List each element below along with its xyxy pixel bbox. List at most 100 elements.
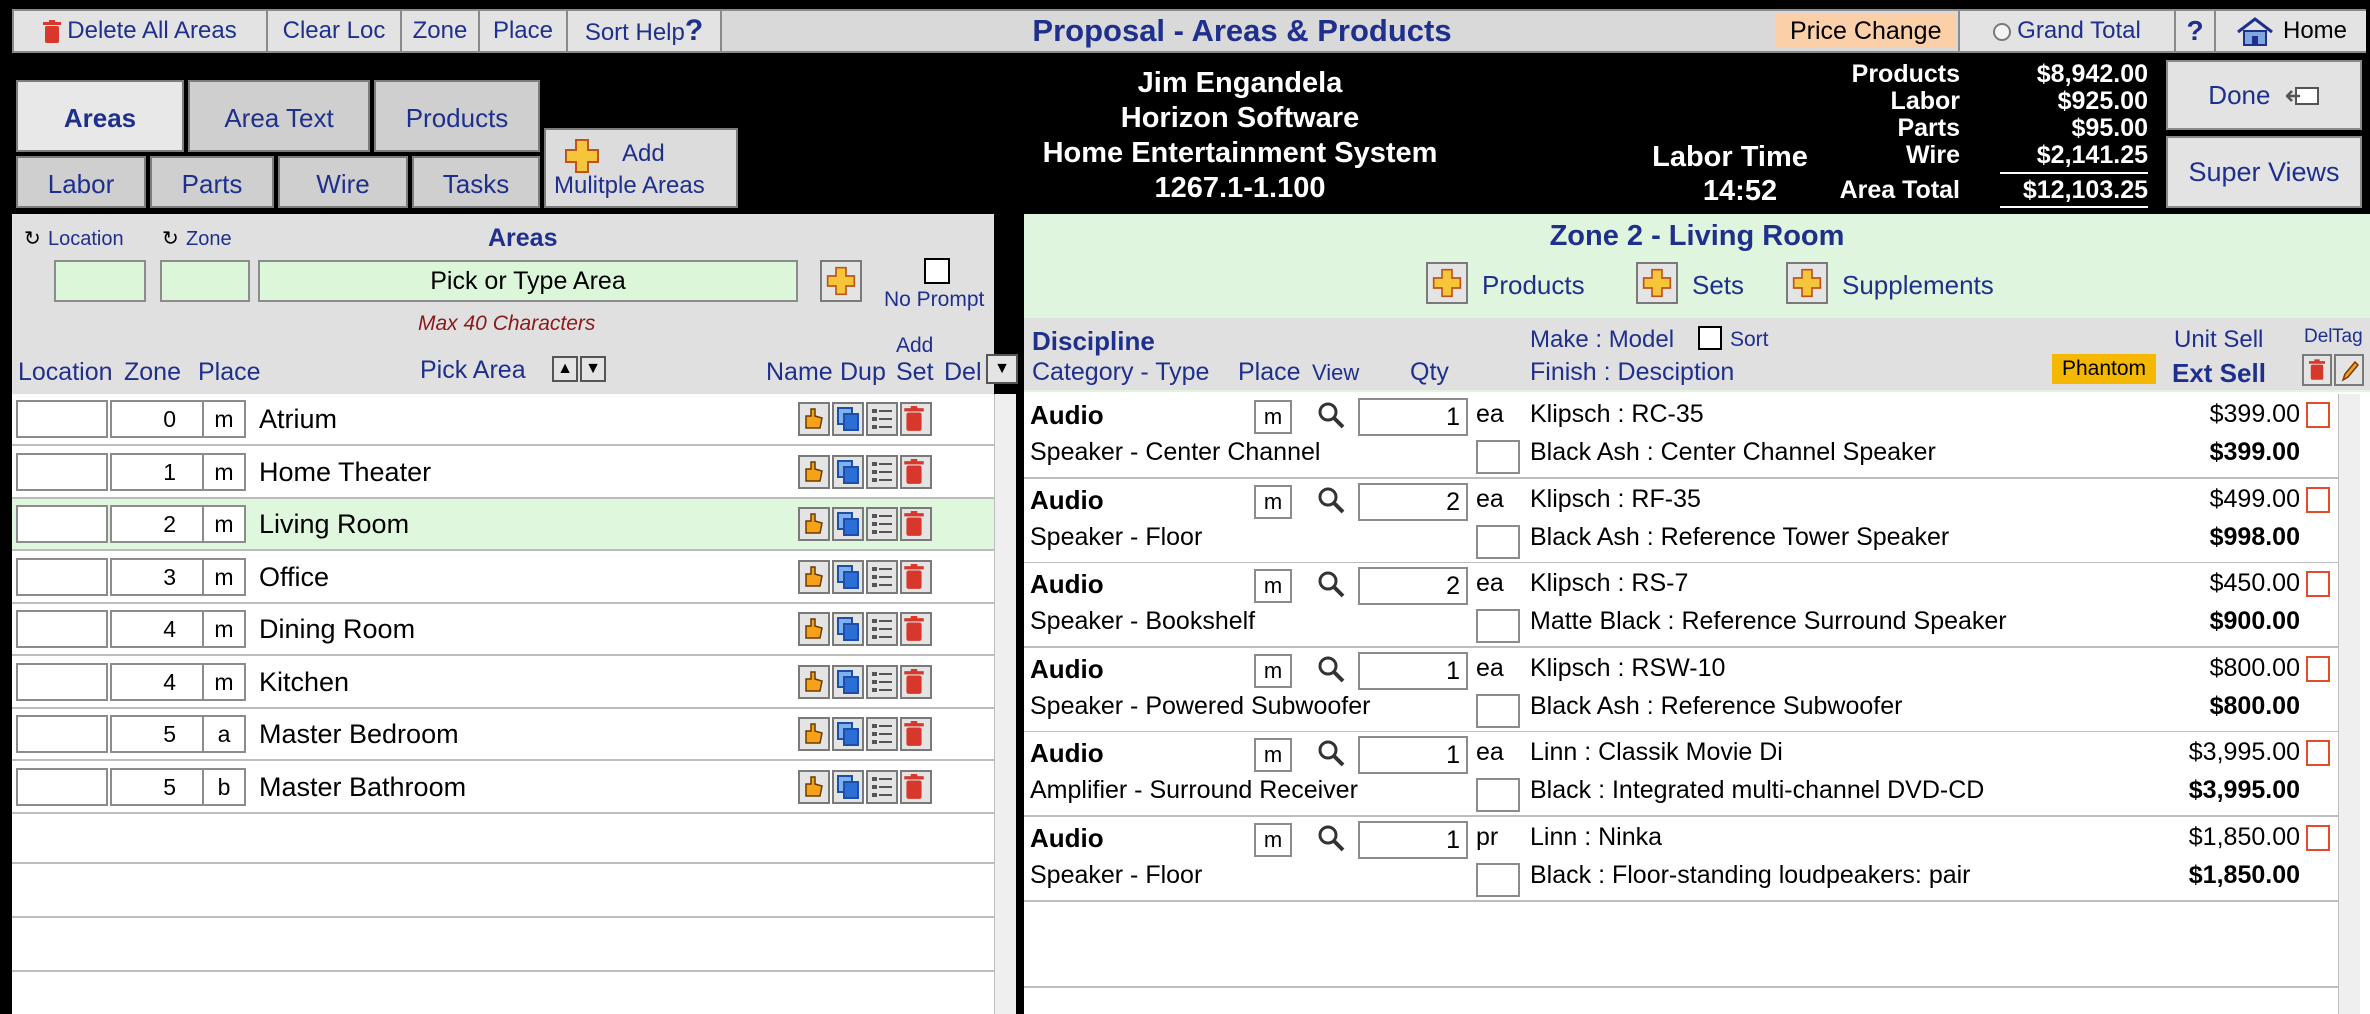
area-name[interactable]: Kitchen [259, 663, 349, 701]
magnifier-icon[interactable] [1316, 738, 1346, 768]
location-input[interactable] [54, 260, 146, 302]
done-button[interactable]: Done [2166, 60, 2362, 130]
area-name[interactable]: Atrium [259, 400, 337, 438]
tab-labor[interactable]: Labor [16, 156, 146, 208]
product-row[interactable]: Audio Speaker - Floor m 1 pr Linn : Ninka Blac… [1024, 816, 2338, 902]
area-row[interactable]: 0 m Atrium [12, 394, 994, 446]
area-location-field[interactable] [16, 557, 108, 596]
area-zone-field[interactable]: 0 [110, 400, 206, 438]
product-qty-field[interactable]: 1 [1358, 820, 1468, 859]
tab-tasks[interactable]: Tasks [412, 156, 540, 208]
sets-button-label[interactable]: Sets [1692, 270, 1744, 301]
delete-area-button[interactable] [900, 717, 932, 751]
tab-parts[interactable]: Parts [150, 156, 274, 208]
super-views-button[interactable]: Super Views [2166, 136, 2362, 208]
area-name[interactable]: Master Bathroom [259, 768, 466, 806]
product-delete-checkbox[interactable] [2306, 486, 2330, 513]
add-set-button[interactable] [866, 402, 898, 436]
place-sort-button[interactable]: Place [480, 11, 568, 51]
product-row[interactable]: Audio Speaker - Bookshelf m 2 ea Klipsch : RS… [1024, 563, 2338, 648]
area-row[interactable]: 1 m Home Theater [12, 446, 994, 499]
tab-products[interactable]: Products [374, 80, 540, 152]
delete-selected-button[interactable] [2302, 354, 2332, 386]
add-set-button[interactable] [866, 559, 898, 594]
product-delete-checkbox[interactable] [2306, 571, 2330, 597]
rename-button[interactable] [798, 454, 830, 489]
product-qty-field[interactable]: 2 [1358, 482, 1468, 521]
product-place-field[interactable]: m [1254, 653, 1292, 688]
product-row[interactable]: Audio Speaker - Powered Subwoofer m 1 ea Klip… [1024, 647, 2338, 733]
product-place-field[interactable]: m [1254, 738, 1292, 772]
sort-help-button[interactable]: Sort Help? [568, 11, 722, 51]
add-set-button[interactable] [866, 507, 898, 541]
magnifier-icon[interactable] [1316, 485, 1346, 515]
area-name[interactable]: Dining Room [259, 610, 415, 648]
grand-total-toggle[interactable]: Grand Total [1958, 11, 2176, 51]
rename-button[interactable] [798, 769, 830, 804]
area-place-field[interactable]: a [202, 715, 246, 753]
area-zone-field[interactable]: 4 [110, 662, 206, 701]
duplicate-button[interactable] [832, 507, 864, 541]
area-location-field[interactable] [16, 400, 108, 438]
sort-checkbox[interactable] [1698, 326, 1722, 350]
rename-button[interactable] [798, 612, 830, 646]
area-place-field[interactable]: b [202, 767, 246, 806]
delete-area-button[interactable] [900, 507, 932, 541]
area-location-field[interactable] [16, 715, 108, 753]
area-name[interactable]: Office [259, 558, 329, 596]
magnifier-icon[interactable] [1316, 654, 1346, 684]
product-tag-checkbox[interactable] [1476, 609, 1520, 643]
delete-area-button[interactable] [900, 402, 932, 436]
product-place-field[interactable]: m [1254, 400, 1292, 434]
delete-area-button[interactable] [900, 664, 932, 699]
delete-area-button[interactable] [900, 769, 932, 804]
delete-all-areas-button[interactable]: Delete All Areas [14, 11, 268, 51]
add-products-button[interactable] [1426, 262, 1468, 304]
duplicate-button[interactable] [832, 664, 864, 699]
area-zone-field[interactable]: 5 [110, 767, 206, 806]
area-place-field[interactable]: m [202, 400, 246, 438]
product-place-field[interactable]: m [1254, 569, 1292, 603]
area-place-field[interactable]: m [202, 662, 246, 701]
help-button[interactable]: ? [2176, 11, 2216, 51]
rename-button[interactable] [798, 507, 830, 541]
add-set-button[interactable] [866, 454, 898, 489]
product-tag-checkbox[interactable] [1476, 778, 1520, 812]
duplicate-button[interactable] [832, 769, 864, 804]
add-multiple-areas-button[interactable]: Add Mulitple Areas [544, 128, 738, 208]
area-name[interactable]: Home Theater [259, 453, 431, 491]
rename-button[interactable] [798, 402, 830, 436]
area-row[interactable]: 2 m Living Room [12, 499, 994, 551]
add-set-button[interactable] [866, 664, 898, 699]
duplicate-button[interactable] [832, 717, 864, 751]
product-row[interactable]: Audio Speaker - Center Channel m 1 ea Klipsch… [1024, 394, 2338, 479]
area-zone-field[interactable]: 4 [110, 610, 206, 648]
product-qty-field[interactable]: 1 [1358, 398, 1468, 436]
delete-area-button[interactable] [900, 559, 932, 594]
tab-areas[interactable]: Areas [16, 80, 184, 152]
area-location-field[interactable] [16, 662, 108, 701]
move-up-button[interactable]: ▲ [552, 356, 578, 382]
area-row[interactable]: 4 m Kitchen [12, 656, 994, 709]
area-place-field[interactable]: m [202, 610, 246, 648]
area-place-field[interactable]: m [202, 452, 246, 491]
price-change-button[interactable]: Price Change [1776, 14, 1956, 48]
product-place-field[interactable]: m [1254, 484, 1292, 519]
product-row[interactable]: Audio Speaker - Floor m 2 ea Klipsch : RF-35 B… [1024, 478, 2338, 564]
location-reload-icon[interactable]: ↻ [24, 226, 41, 251]
magnifier-icon[interactable] [1316, 823, 1346, 853]
areas-scrollbar[interactable] [994, 394, 1016, 1014]
area-location-field[interactable] [16, 452, 108, 491]
area-row[interactable]: 5 b Master Bathroom [12, 761, 994, 814]
area-place-field[interactable]: m [202, 505, 246, 543]
rename-button[interactable] [798, 717, 830, 751]
area-location-field[interactable] [16, 610, 108, 648]
home-button[interactable]: Home [2216, 11, 2366, 51]
area-name-input[interactable]: Pick or Type Area [258, 260, 798, 302]
products-button-label[interactable]: Products [1482, 270, 1585, 301]
area-place-field[interactable]: m [202, 557, 246, 596]
move-down-button[interactable]: ▼ [580, 356, 606, 382]
no-prompt-checkbox[interactable] [924, 258, 950, 284]
area-zone-field[interactable]: 1 [110, 452, 206, 491]
magnifier-icon[interactable] [1316, 569, 1346, 599]
